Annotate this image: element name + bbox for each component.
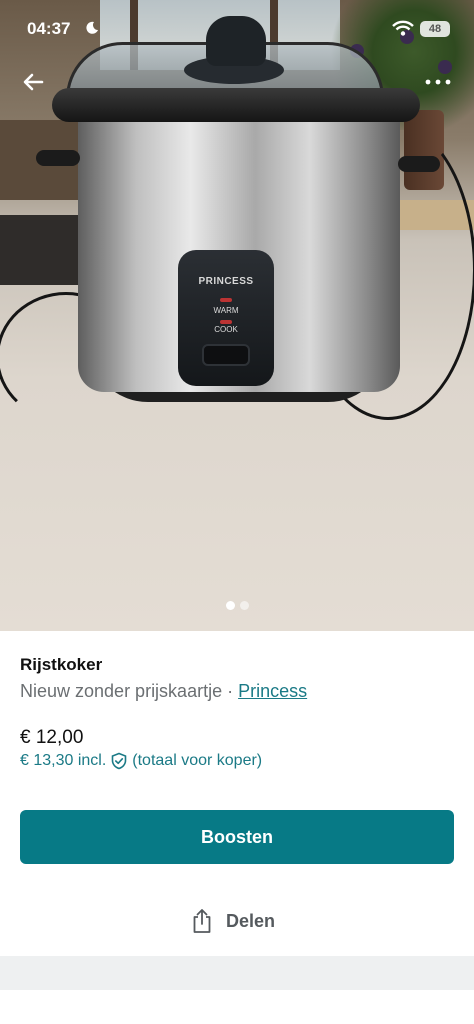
share-button[interactable]: Delen [190, 906, 275, 936]
warm-led [220, 298, 232, 302]
boost-button[interactable]: Boosten [20, 810, 454, 864]
panel-brand: PRINCESS [198, 276, 254, 287]
listing-subtitle: Nieuw zonder prijskaartje · Princess [20, 681, 307, 702]
cooker-handle [36, 150, 80, 166]
listing-price: € 12,00 [20, 727, 84, 748]
shield-check-icon [111, 752, 127, 770]
subtitle-separator: · [222, 681, 239, 701]
panel-label-cook: COOK [214, 325, 238, 334]
status-bar: 04:37 48 [0, 14, 474, 44]
bottom-area [0, 990, 474, 1024]
status-time: 04:37 [27, 19, 71, 38]
brand-link[interactable]: Princess [238, 681, 307, 701]
cook-led [220, 320, 232, 324]
buyer-total-note: (totaal voor koper) [132, 752, 263, 769]
plant-flower [438, 60, 452, 74]
product-photo[interactable]: PRINCESS WARM COOK 04:37 48 [0, 0, 474, 631]
listing-title: Rijstkoker [20, 655, 103, 674]
back-arrow-button[interactable] [18, 66, 50, 98]
battery-icon: 48 [420, 21, 450, 37]
cooker-handle [398, 156, 440, 172]
share-icon [193, 909, 211, 933]
cooker-rim [52, 88, 420, 122]
background-mat [0, 215, 80, 285]
moon-icon [86, 21, 98, 34]
share-label: Delen [226, 910, 276, 931]
price-incl-value: € 13,30 incl. [20, 752, 107, 769]
image-pagination [0, 601, 474, 611]
panel-label-warm: WARM [213, 306, 239, 315]
more-options-button[interactable] [422, 74, 454, 90]
listing-details: Rijstkoker Nieuw zonder prijskaartje · P… [0, 631, 474, 956]
buyer-total-price[interactable]: € 13,30 incl. (totaal voor koper) [20, 752, 262, 770]
cook-switch [202, 344, 250, 366]
cooker-control-panel: PRINCESS WARM COOK [178, 250, 274, 386]
pagination-dot[interactable] [239, 601, 249, 610]
wifi-icon [392, 20, 414, 36]
section-divider [0, 956, 474, 990]
listing-condition: Nieuw zonder prijskaartje [20, 681, 223, 701]
pagination-dot-active[interactable] [225, 601, 235, 610]
